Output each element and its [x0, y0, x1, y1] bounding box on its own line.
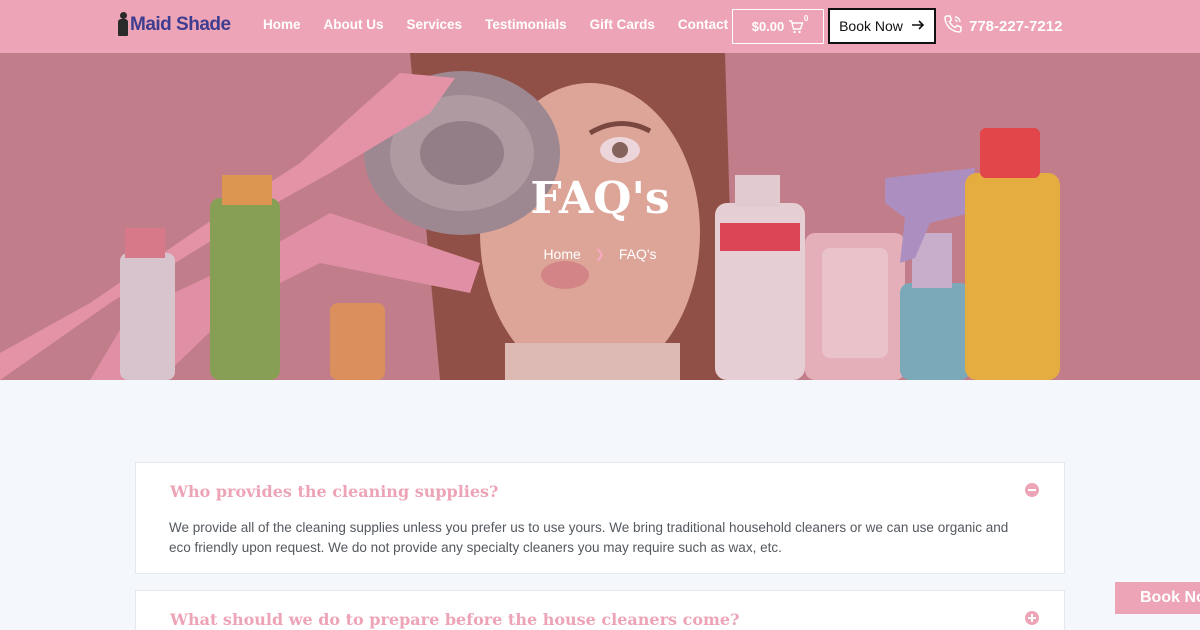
nav-contact[interactable]: Contact — [678, 17, 728, 32]
breadcrumb: Home ❯ FAQ's — [0, 246, 1200, 262]
nav-about-us[interactable]: About Us — [324, 17, 384, 32]
nav-testimonials[interactable]: Testimonials — [485, 17, 567, 32]
faq-question[interactable]: What should we do to prepare before the … — [170, 610, 739, 629]
nav-home[interactable]: Home — [263, 17, 301, 32]
phone-icon — [943, 14, 963, 38]
faq-item: Who provides the cleaning supplies? We p… — [135, 462, 1065, 574]
breadcrumb-home[interactable]: Home — [543, 246, 580, 262]
cart-count-badge: 0 — [803, 13, 809, 23]
breadcrumb-current: FAQ's — [618, 246, 657, 262]
nav-services[interactable]: Services — [407, 17, 463, 32]
logo-maid-icon — [117, 12, 129, 38]
hero-banner: FAQ's Home ❯ FAQ's — [0, 53, 1200, 380]
nav-gift-cards[interactable]: Gift Cards — [590, 17, 655, 32]
faq-answer: We provide all of the cleaning supplies … — [169, 520, 1009, 555]
floating-book-label: Book No — [1140, 589, 1200, 606]
phone-number: 778-227-7212 — [969, 17, 1063, 35]
chevron-right-icon: ❯ — [594, 247, 605, 261]
cart-button[interactable]: $0.00 0 — [732, 9, 824, 44]
cart-icon: 0 — [788, 14, 808, 34]
plus-circle-icon[interactable] — [1025, 611, 1039, 625]
logo-text: Maid Shade — [130, 14, 231, 35]
logo[interactable]: Maid Shade — [117, 10, 231, 40]
floating-book-button[interactable]: Book No — [1115, 582, 1200, 614]
cart-total: $0.00 — [751, 19, 785, 34]
site-header: Maid Shade Home About Us Services Testim… — [0, 0, 1200, 53]
page-title: FAQ's — [530, 173, 670, 224]
faq-question[interactable]: Who provides the cleaning supplies? — [170, 482, 498, 501]
arrow-right-icon — [911, 18, 925, 34]
book-now-button[interactable]: Book Now — [828, 8, 936, 44]
phone-link[interactable]: 778-227-7212 — [943, 14, 1062, 38]
main-nav: Home About Us Services Testimonials Gift… — [263, 17, 751, 32]
faq-item: What should we do to prepare before the … — [135, 590, 1065, 630]
book-now-label: Book Now — [839, 18, 903, 34]
minus-circle-icon[interactable] — [1025, 483, 1039, 497]
